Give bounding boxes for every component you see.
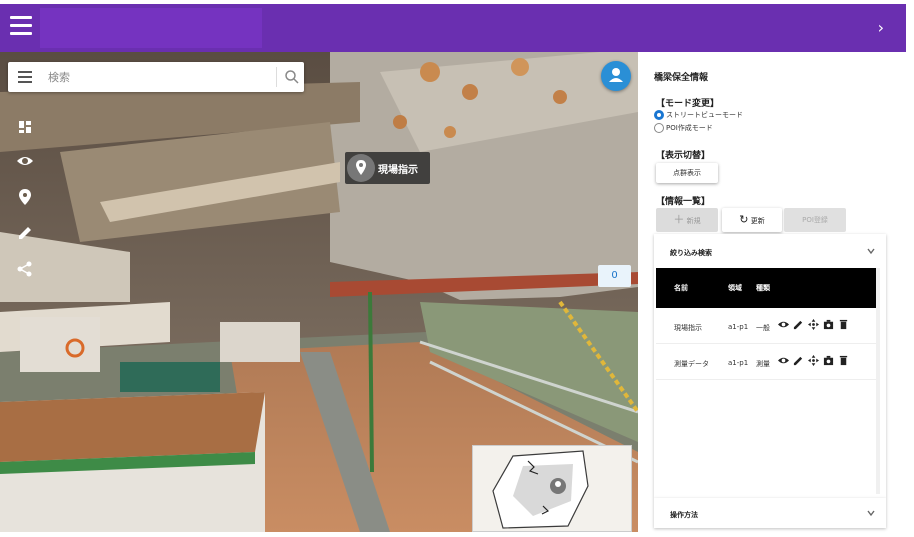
chevron-down-icon[interactable] [866, 508, 876, 518]
title-block [40, 8, 262, 48]
trash-icon[interactable] [838, 319, 849, 330]
add-label: 新規 [686, 217, 701, 225]
chevron-right-icon[interactable]: › [878, 18, 884, 37]
poi-marker[interactable]: 現場指示 [345, 152, 430, 184]
header-type: 種類 [756, 284, 770, 292]
search-box [8, 62, 304, 92]
radio-label: POI作成モード [666, 124, 713, 132]
street-view-panorama[interactable]: 現場指示 0 [0, 52, 638, 532]
info-section-label: 【情報一覧】 [656, 197, 711, 207]
pencil-icon[interactable] [793, 355, 804, 366]
row-type: 一般 [756, 324, 770, 332]
radio-button[interactable] [654, 110, 664, 120]
search-input[interactable] [48, 67, 268, 87]
move-icon[interactable] [808, 355, 819, 366]
display-section-label: 【表示切替】 [656, 151, 711, 161]
minimap[interactable] [472, 445, 632, 532]
point-cloud-toggle-button[interactable]: 点群表示 [656, 163, 718, 183]
pencil-icon[interactable] [793, 319, 804, 330]
count-badge[interactable]: 0 [598, 265, 631, 287]
header-area: 領域 [728, 284, 742, 292]
location-pin-icon[interactable] [16, 188, 34, 206]
filter-title: 絞り込み検索 [670, 249, 712, 257]
update-button[interactable]: ↻ 更新 [722, 208, 782, 232]
search-icon[interactable] [284, 69, 300, 85]
row-name: 現場指示 [674, 324, 702, 332]
row-name: 測量データ [674, 360, 709, 368]
update-label: 更新 [750, 217, 765, 225]
hamburger-icon[interactable] [10, 16, 32, 38]
plus-icon: ＋ [673, 213, 685, 226]
trash-icon[interactable] [838, 355, 849, 366]
info-panel: 橋梁保全情報 【モード変更】 ストリートビューモード POI作成モード 【表示切… [640, 52, 906, 532]
mode-section-label: 【モード変更】 [656, 99, 720, 109]
refresh-icon: ↻ [739, 213, 749, 226]
camera-icon[interactable] [823, 319, 834, 330]
move-icon[interactable] [808, 319, 819, 330]
radio-streetview[interactable]: ストリートビューモード [654, 110, 743, 120]
table-header: 名前 領域 種類 [656, 268, 876, 308]
row-area: a1-p1 [728, 323, 749, 331]
camera-icon[interactable] [823, 355, 834, 366]
top-bar: › [0, 4, 906, 52]
add-button[interactable]: ＋ 新規 [656, 208, 718, 232]
table-row[interactable]: 測量データ a1-p1 測量 [656, 346, 876, 380]
eye-icon[interactable] [16, 152, 34, 170]
eye-icon[interactable] [778, 319, 789, 330]
person-icon[interactable] [601, 61, 631, 91]
poi-register-button[interactable]: POI登録 [784, 208, 846, 232]
location-pin-icon [347, 154, 375, 182]
manual-title: 操作方法 [670, 511, 698, 519]
menu-icon[interactable] [18, 71, 32, 83]
panel-title: 橋梁保全情報 [654, 73, 709, 83]
search-divider [276, 67, 277, 87]
filter-card: 絞り込み検索 名前 領域 種類 現場指示 a1-p1 一般 測量データ a1-p… [654, 234, 886, 498]
chevron-down-icon[interactable] [866, 246, 876, 256]
share-icon[interactable] [16, 260, 34, 278]
header-name: 名前 [674, 284, 688, 292]
scrollbar[interactable] [876, 268, 880, 494]
eye-icon[interactable] [778, 355, 789, 366]
manual-card[interactable]: 操作方法 [654, 498, 886, 528]
poi-label: 現場指示 [378, 165, 418, 176]
app-window: › 検索 現場指示 0 橋梁保全情報 【モード変更】 ストリートビューモード P… [0, 0, 914, 537]
dashboard-icon[interactable] [16, 118, 34, 136]
row-type: 測量 [756, 360, 770, 368]
pencil-icon[interactable] [16, 224, 34, 242]
radio-button[interactable] [654, 123, 664, 133]
radio-poi-create[interactable]: POI作成モード [654, 123, 713, 133]
radio-label: ストリートビューモード [666, 111, 743, 119]
row-area: a1-p1 [728, 359, 749, 367]
table-row[interactable]: 現場指示 a1-p1 一般 [656, 310, 876, 344]
